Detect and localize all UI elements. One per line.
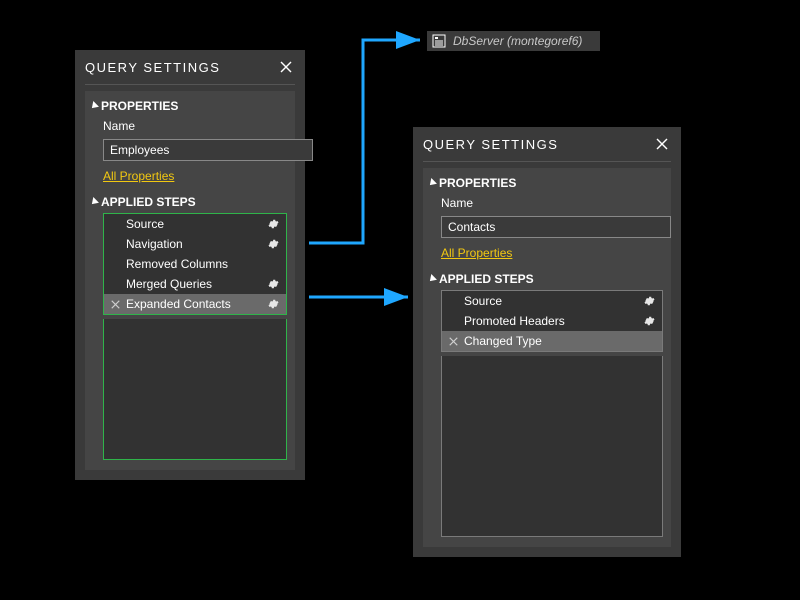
applied-step[interactable]: Changed Type [442,331,662,351]
gear-icon[interactable] [642,315,656,327]
close-button[interactable] [277,58,295,76]
applied-steps-list[interactable]: Source Navigation Removed Columns Merged Qu… [103,213,287,315]
database-icon [431,33,447,49]
applied-steps-label: APPLIED STEPS [439,272,534,286]
gear-icon[interactable] [266,218,280,230]
gear-icon[interactable] [642,295,656,307]
close-button[interactable] [653,135,671,153]
applied-step-label: Promoted Headers [464,314,638,328]
applied-step-label: Merged Queries [126,277,262,291]
applied-step-label: Removed Columns [126,257,262,271]
close-icon [656,138,668,150]
close-icon [280,61,292,73]
panel-header: QUERY SETTINGS [75,50,305,84]
gear-icon[interactable] [266,298,280,310]
all-properties-link[interactable]: All Properties [103,169,174,183]
applied-step[interactable]: Merged Queries [104,274,286,294]
name-input[interactable] [441,216,671,238]
collapse-icon [89,197,99,207]
applied-steps-label: APPLIED STEPS [101,195,196,209]
name-label: Name [441,196,663,210]
applied-steps-empty-area [103,319,287,460]
name-input[interactable] [103,139,313,161]
properties-label: PROPERTIES [439,176,516,190]
delete-step-icon[interactable] [108,300,122,309]
gear-icon[interactable] [266,238,280,250]
applied-step[interactable]: Promoted Headers [442,311,662,331]
applied-steps-section-header[interactable]: APPLIED STEPS [93,195,287,209]
collapse-icon [427,178,437,188]
collapse-icon [89,101,99,111]
applied-steps-section-header[interactable]: APPLIED STEPS [431,272,663,286]
all-properties-link[interactable]: All Properties [441,246,512,260]
applied-step[interactable]: Removed Columns [104,254,286,274]
applied-step-label: Expanded Contacts [126,297,262,311]
divider [85,84,295,85]
applied-step[interactable]: Source [104,214,286,234]
applied-step[interactable]: Expanded Contacts [104,294,286,314]
collapse-icon [427,274,437,284]
applied-steps-empty-area [441,356,663,537]
panel-header: QUERY SETTINGS [413,127,681,161]
properties-label: PROPERTIES [101,99,178,113]
applied-step-label: Navigation [126,237,262,251]
panel-body: PROPERTIES Name All Properties APPLIED S… [423,168,671,547]
db-server-node[interactable]: DbServer (montegoref6) [427,31,600,51]
divider [423,161,671,162]
properties-section-header[interactable]: PROPERTIES [93,99,287,113]
panel-title: QUERY SETTINGS [423,137,558,152]
delete-step-icon[interactable] [446,337,460,346]
applied-step-label: Source [126,217,262,231]
applied-step[interactable]: Navigation [104,234,286,254]
panel-title: QUERY SETTINGS [85,60,220,75]
applied-steps-list[interactable]: Source Promoted Headers Changed Type [441,290,663,352]
panel-body: PROPERTIES Name All Properties APPLIED S… [85,91,295,470]
gear-icon[interactable] [266,278,280,290]
db-server-label: DbServer (montegoref6) [453,34,582,48]
query-settings-panel-2: QUERY SETTINGS PROPERTIES Name All Prope… [413,127,681,557]
applied-step-label: Source [464,294,638,308]
properties-section-header[interactable]: PROPERTIES [431,176,663,190]
applied-step[interactable]: Source [442,291,662,311]
query-settings-panel-1: QUERY SETTINGS PROPERTIES Name All Prope… [75,50,305,480]
name-label: Name [103,119,287,133]
applied-step-label: Changed Type [464,334,638,348]
